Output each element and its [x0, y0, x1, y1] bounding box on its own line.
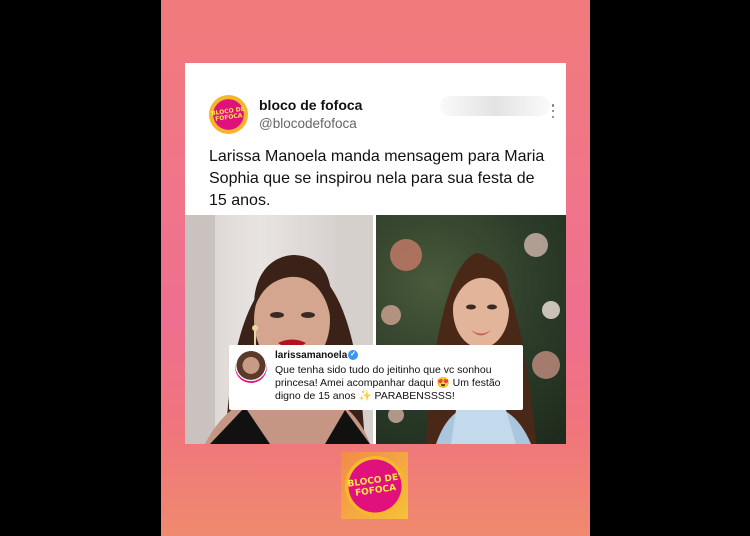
- commenter-username[interactable]: larissamanoela: [275, 350, 347, 361]
- account-name[interactable]: bloco de fofoca: [259, 97, 362, 113]
- more-vertical-icon[interactable]: [551, 104, 555, 118]
- tweet-header: BLOCO DE FOFOCA bloco de fofoca @blocode…: [185, 63, 566, 141]
- bloco-de-fofoca-logo: BLOCO DE' FOFOCA: [341, 452, 408, 519]
- account-handle[interactable]: @blocodefofoca: [259, 116, 357, 131]
- verified-badge-icon: ✓: [348, 350, 358, 360]
- tweet-card: BLOCO DE FOFOCA bloco de fofoca @blocode…: [185, 63, 566, 444]
- instagram-comment: larissamanoela ✓ Que tenha sido tudo do …: [229, 345, 523, 410]
- account-avatar[interactable]: BLOCO DE FOFOCA: [209, 95, 248, 134]
- comment-text: Que tenha sido tudo do jeitinho que vc s…: [275, 364, 501, 402]
- bloco-de-fofoca-logo-badge: BLOCO DE' FOFOCA: [344, 455, 405, 516]
- account-avatar-logo-text: BLOCO DE FOFOCA: [210, 105, 246, 123]
- bloco-de-fofoca-logo-text: BLOCO DE' FOFOCA: [346, 471, 402, 499]
- tweet-media[interactable]: larissamanoela ✓ Que tenha sido tudo do …: [185, 215, 566, 444]
- letterbox-right: [590, 0, 750, 536]
- story-frame: BLOCO DE FOFOCA bloco de fofoca @blocode…: [161, 0, 590, 536]
- commenter-avatar[interactable]: [235, 351, 267, 383]
- tweet-text: Larissa Manoela manda mensagem para Mari…: [209, 148, 545, 209]
- blurred-region: [440, 96, 550, 116]
- letterbox-left: [0, 0, 161, 536]
